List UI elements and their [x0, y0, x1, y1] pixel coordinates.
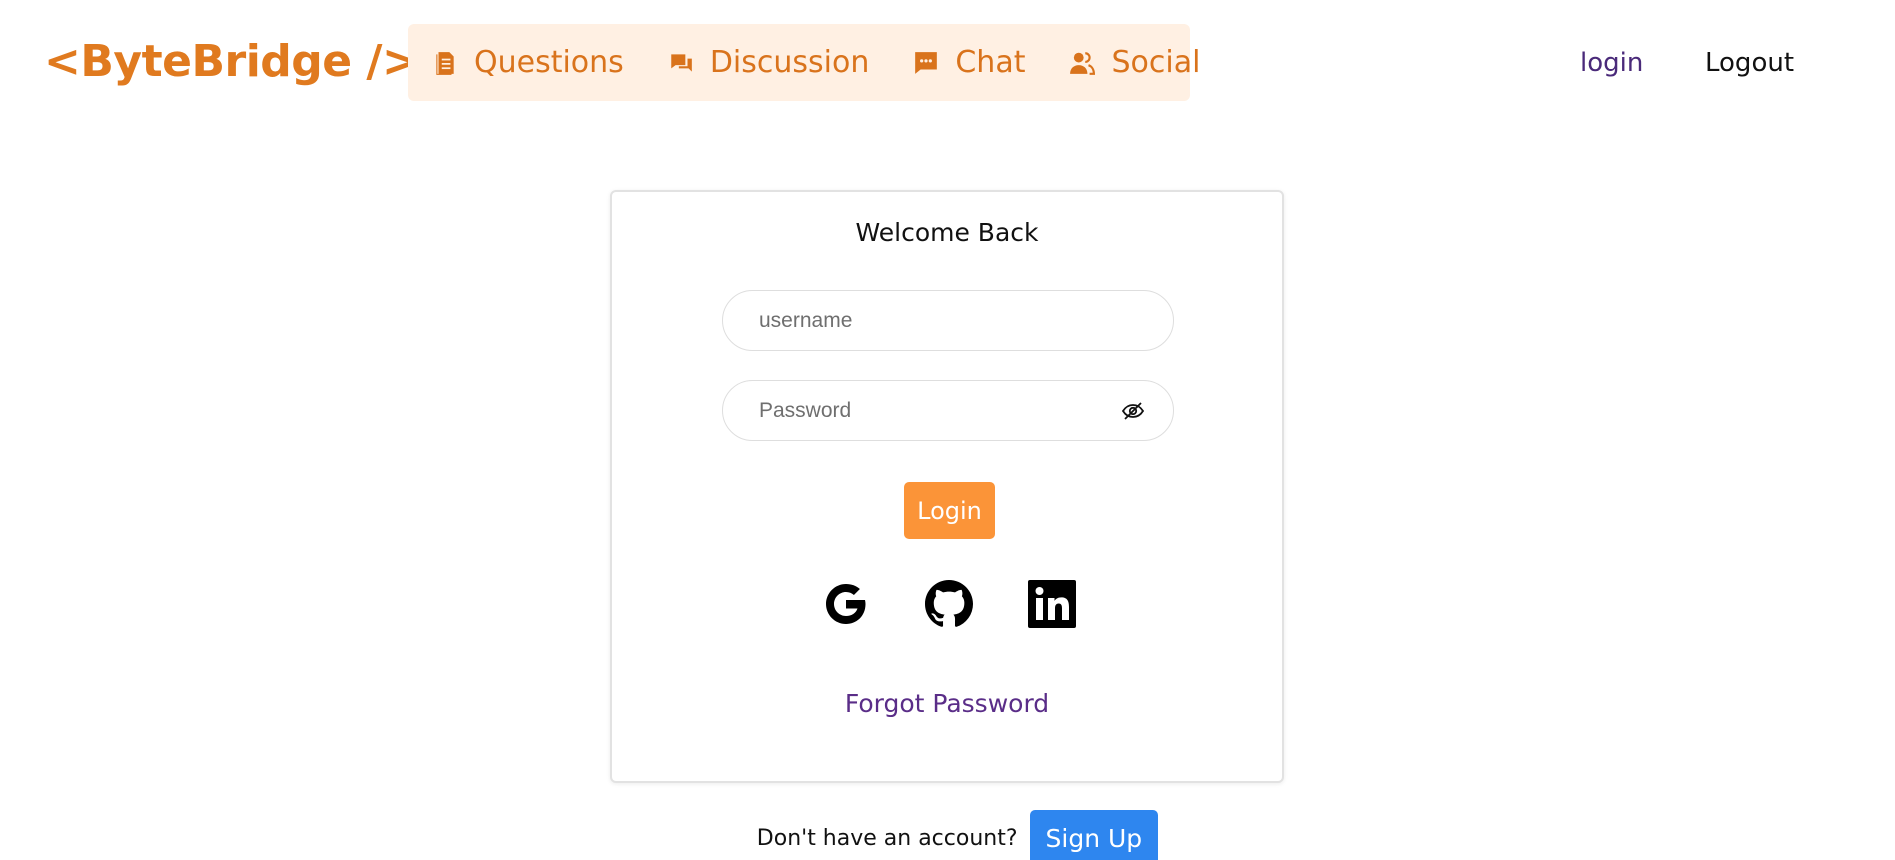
eye-slash-icon[interactable] — [1121, 399, 1145, 423]
document-icon — [436, 51, 454, 75]
nav-item-label: Discussion — [709, 45, 870, 80]
logo[interactable]: <ByteBridge /> — [44, 36, 419, 87]
login-button[interactable]: Login — [904, 482, 995, 539]
signup-row: Don't have an account? Sign Up — [0, 810, 1895, 860]
main-nav: Questions Discussion Chat Social — [408, 24, 1200, 101]
signup-button[interactable]: Sign Up — [1029, 810, 1159, 860]
github-icon[interactable] — [925, 580, 973, 628]
password-field-wrapper — [722, 380, 1174, 441]
users-icon — [1070, 51, 1096, 75]
password-input[interactable] — [723, 381, 1173, 440]
nav-item-chat[interactable]: Chat — [913, 45, 1025, 80]
username-input[interactable] — [723, 291, 1173, 350]
nav-item-questions[interactable]: Questions — [432, 45, 624, 80]
card-title: Welcome Back — [855, 218, 1039, 247]
login-card: Welcome Back Login Forgot Password — [610, 190, 1284, 783]
comments-icon — [669, 53, 692, 72]
header: <ByteBridge /> Questions Discussion Chat… — [0, 0, 1895, 125]
chat-icon — [915, 51, 938, 74]
forgot-password-link[interactable]: Forgot Password — [612, 689, 1282, 718]
nav-item-label: Chat — [955, 45, 1026, 80]
nav-item-discussion[interactable]: Discussion — [668, 45, 870, 80]
nav-item-label: Social — [1111, 45, 1201, 80]
login-link[interactable]: login — [1580, 48, 1643, 78]
logout-link[interactable]: Logout — [1705, 48, 1794, 78]
nav-item-label: Questions — [474, 45, 624, 80]
linkedin-icon[interactable] — [1028, 580, 1076, 628]
nav-item-social[interactable]: Social — [1069, 45, 1200, 80]
username-field-wrapper — [722, 290, 1174, 351]
signup-prompt: Don't have an account? — [756, 825, 1018, 851]
google-icon[interactable] — [822, 580, 870, 628]
